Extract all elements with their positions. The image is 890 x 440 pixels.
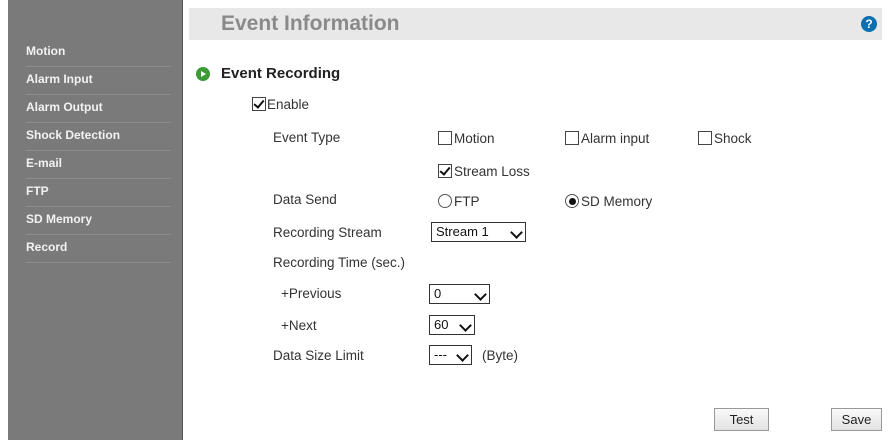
shock-checkbox-label: Shock <box>714 131 752 146</box>
section-title: Event Recording <box>221 65 341 82</box>
sidebar-item-alarm-input[interactable]: Alarm Input <box>26 68 171 95</box>
stream-loss-checkbox-label: Stream Loss <box>454 164 530 179</box>
chevron-down-icon <box>456 349 469 362</box>
alarm-input-checkbox[interactable] <box>565 131 579 145</box>
next-value: 60 <box>434 317 449 332</box>
test-button[interactable]: Test <box>714 408 769 431</box>
page-title: Event Information <box>221 12 400 35</box>
sd-memory-radio[interactable] <box>565 194 579 208</box>
sidebar-item-shock-detection[interactable]: Shock Detection <box>26 124 171 151</box>
recording-time-label: Recording Time (sec.) <box>273 255 406 270</box>
ftp-radio[interactable] <box>438 194 452 208</box>
save-button[interactable]: Save <box>831 408 882 431</box>
next-select[interactable]: 60 <box>429 315 475 335</box>
ftp-radio-label: FTP <box>454 194 480 209</box>
sidebar-item-alarm-output[interactable]: Alarm Output <box>26 96 171 123</box>
sidebar-item-record[interactable]: Record <box>26 236 171 263</box>
enable-checkbox[interactable] <box>252 97 266 111</box>
previous-select[interactable]: 0 <box>429 284 490 304</box>
recording-stream-label: Recording Stream <box>273 225 382 240</box>
next-label: +Next <box>281 318 317 333</box>
sidebar-item-email[interactable]: E-mail <box>26 152 171 179</box>
play-arrow-icon <box>196 67 210 81</box>
data-size-limit-select[interactable]: --- <box>429 345 472 365</box>
sidebar: Motion Alarm Input Alarm Output Shock De… <box>8 0 183 440</box>
motion-checkbox-label: Motion <box>454 131 495 146</box>
data-send-label: Data Send <box>273 192 337 207</box>
previous-value: 0 <box>434 286 442 301</box>
chevron-down-icon <box>474 288 487 301</box>
stream-loss-checkbox[interactable] <box>438 164 452 178</box>
sidebar-item-sd-memory[interactable]: SD Memory <box>26 208 171 235</box>
data-size-unit-label: (Byte) <box>482 348 519 363</box>
alarm-input-checkbox-label: Alarm input <box>581 131 650 146</box>
shock-checkbox[interactable] <box>698 131 712 145</box>
sd-memory-radio-label: SD Memory <box>581 194 653 209</box>
recording-stream-select[interactable]: Stream 1 <box>431 222 526 242</box>
enable-label: Enable <box>267 97 310 112</box>
previous-label: +Previous <box>281 286 342 301</box>
sidebar-item-motion[interactable]: Motion <box>26 40 171 67</box>
event-type-label: Event Type <box>273 130 341 145</box>
chevron-down-icon <box>510 226 523 239</box>
sidebar-item-ftp[interactable]: FTP <box>26 180 171 207</box>
motion-checkbox[interactable] <box>438 131 452 145</box>
data-size-limit-label: Data Size Limit <box>273 348 364 363</box>
chevron-down-icon <box>459 319 472 332</box>
data-size-limit-value: --- <box>434 347 447 362</box>
recording-stream-value: Stream 1 <box>436 224 489 239</box>
help-icon[interactable]: ? <box>861 16 877 32</box>
